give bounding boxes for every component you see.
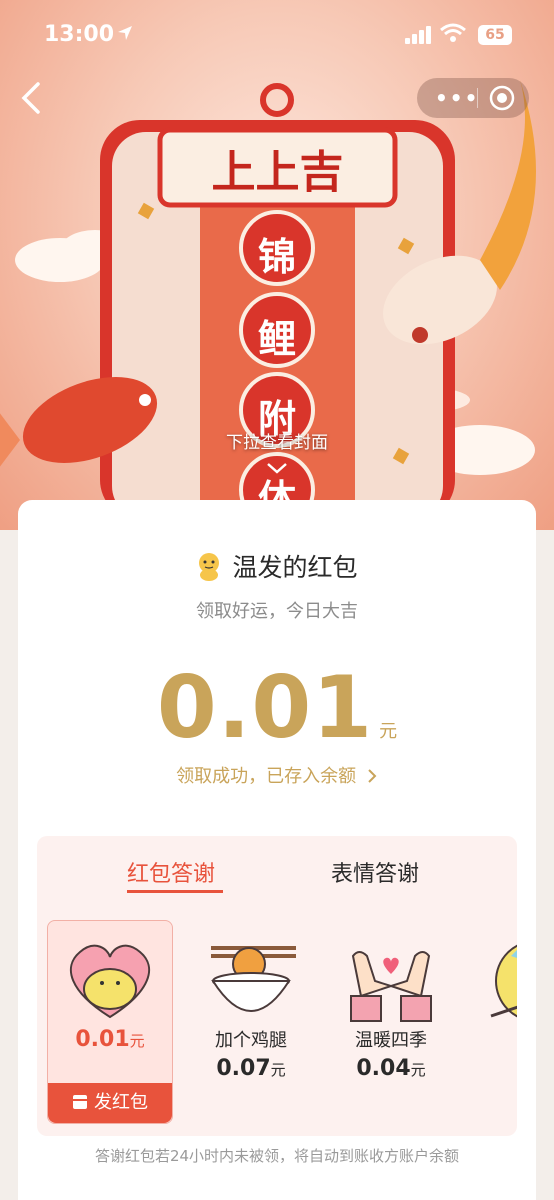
active-tab-underline (127, 890, 223, 893)
sender-avatar (199, 553, 220, 581)
heart-hug-icon (69, 944, 151, 1019)
battery-indicator: 65 (478, 25, 512, 45)
status-bar: 13:00 65 (0, 0, 554, 72)
cover-title: 上上吉 (211, 147, 344, 198)
footnote: 答谢红包若24小时内未被领，将自动到账收方账户余额 (94, 1147, 460, 1165)
tab-red-packet-thanks[interactable]: 红包答谢 (127, 856, 215, 888)
thanks-panel: 红包答谢 表情答谢 0.01元 发红包 加个鸡腿 0.07元 温暖四季 0.04… (37, 836, 517, 1136)
gift-partial-icon (490, 944, 517, 1018)
gift-price: 0 (469, 1056, 517, 1081)
gift-price: 0.01元 (48, 1027, 172, 1052)
gift-name: 感 (469, 1026, 517, 1052)
amount-value: 0.01 (156, 658, 374, 758)
gift-name: 加个鸡腿 (215, 1030, 287, 1051)
blessing-text: 领取好运，今日大吉 (196, 601, 358, 622)
gift-price-value: 0.07 (216, 1056, 271, 1081)
gift-price-value: 0.01 (75, 1027, 130, 1052)
gift-price-unit: 元 (410, 1061, 426, 1079)
sender: 温发的红包 (0, 548, 554, 585)
gift-thanks-partial[interactable]: 感 0 (469, 920, 517, 1122)
amount-unit: 元 (379, 721, 398, 742)
red-packet-icon (73, 1095, 87, 1109)
status-time: 13:00 (44, 22, 115, 47)
wifi-icon (440, 23, 466, 42)
send-red-packet-button[interactable]: 发红包 (48, 1083, 172, 1123)
gift-warm-seasons[interactable]: 温暖四季 0.04元 (329, 920, 453, 1122)
gift-price: 0.07元 (189, 1056, 313, 1081)
gift-chicken-leg[interactable]: 加个鸡腿 0.07元 (189, 920, 313, 1122)
received-status-link[interactable]: 领取成功，已存入余额 (0, 762, 554, 788)
signal-icon (405, 26, 431, 44)
send-button-label: 发红包 (94, 1092, 148, 1113)
gift-heart[interactable]: 0.01元 发红包 (47, 920, 173, 1124)
gift-price-unit: 元 (129, 1032, 145, 1050)
gift-price: 0.04元 (329, 1056, 453, 1081)
back-arrow-icon[interactable] (18, 80, 48, 116)
pull-hint: 下拉查看封面 (226, 433, 328, 453)
location-arrow-icon (118, 26, 132, 40)
gift-price-unit: 元 (270, 1061, 286, 1079)
close-target-icon[interactable] (489, 85, 515, 111)
cover-char-1: 锦 (257, 234, 296, 279)
capsule-divider (477, 88, 478, 108)
heart-hands-icon (350, 951, 432, 1022)
gift-price-value: 0.04 (356, 1056, 411, 1081)
cover-image[interactable]: 上上吉 锦 鲤 附 体 13:00 65 ••• 下拉查看封面 (0, 0, 554, 530)
sender-name: 温发的红包 (232, 553, 358, 582)
more-icon[interactable]: ••• (435, 86, 479, 110)
received-status-text: 领取成功，已存入余额 (176, 766, 357, 787)
tab-sticker-thanks[interactable]: 表情答谢 (331, 856, 419, 888)
chevron-down-icon (267, 463, 287, 474)
amount-display: 0.01 元 (0, 658, 554, 758)
cover-char-2: 鲤 (257, 316, 296, 361)
chevron-right-icon (368, 769, 377, 783)
rice-bowl-icon (211, 946, 296, 1012)
mini-program-capsule: ••• (417, 78, 529, 118)
gift-name: 温暖四季 (355, 1030, 427, 1051)
